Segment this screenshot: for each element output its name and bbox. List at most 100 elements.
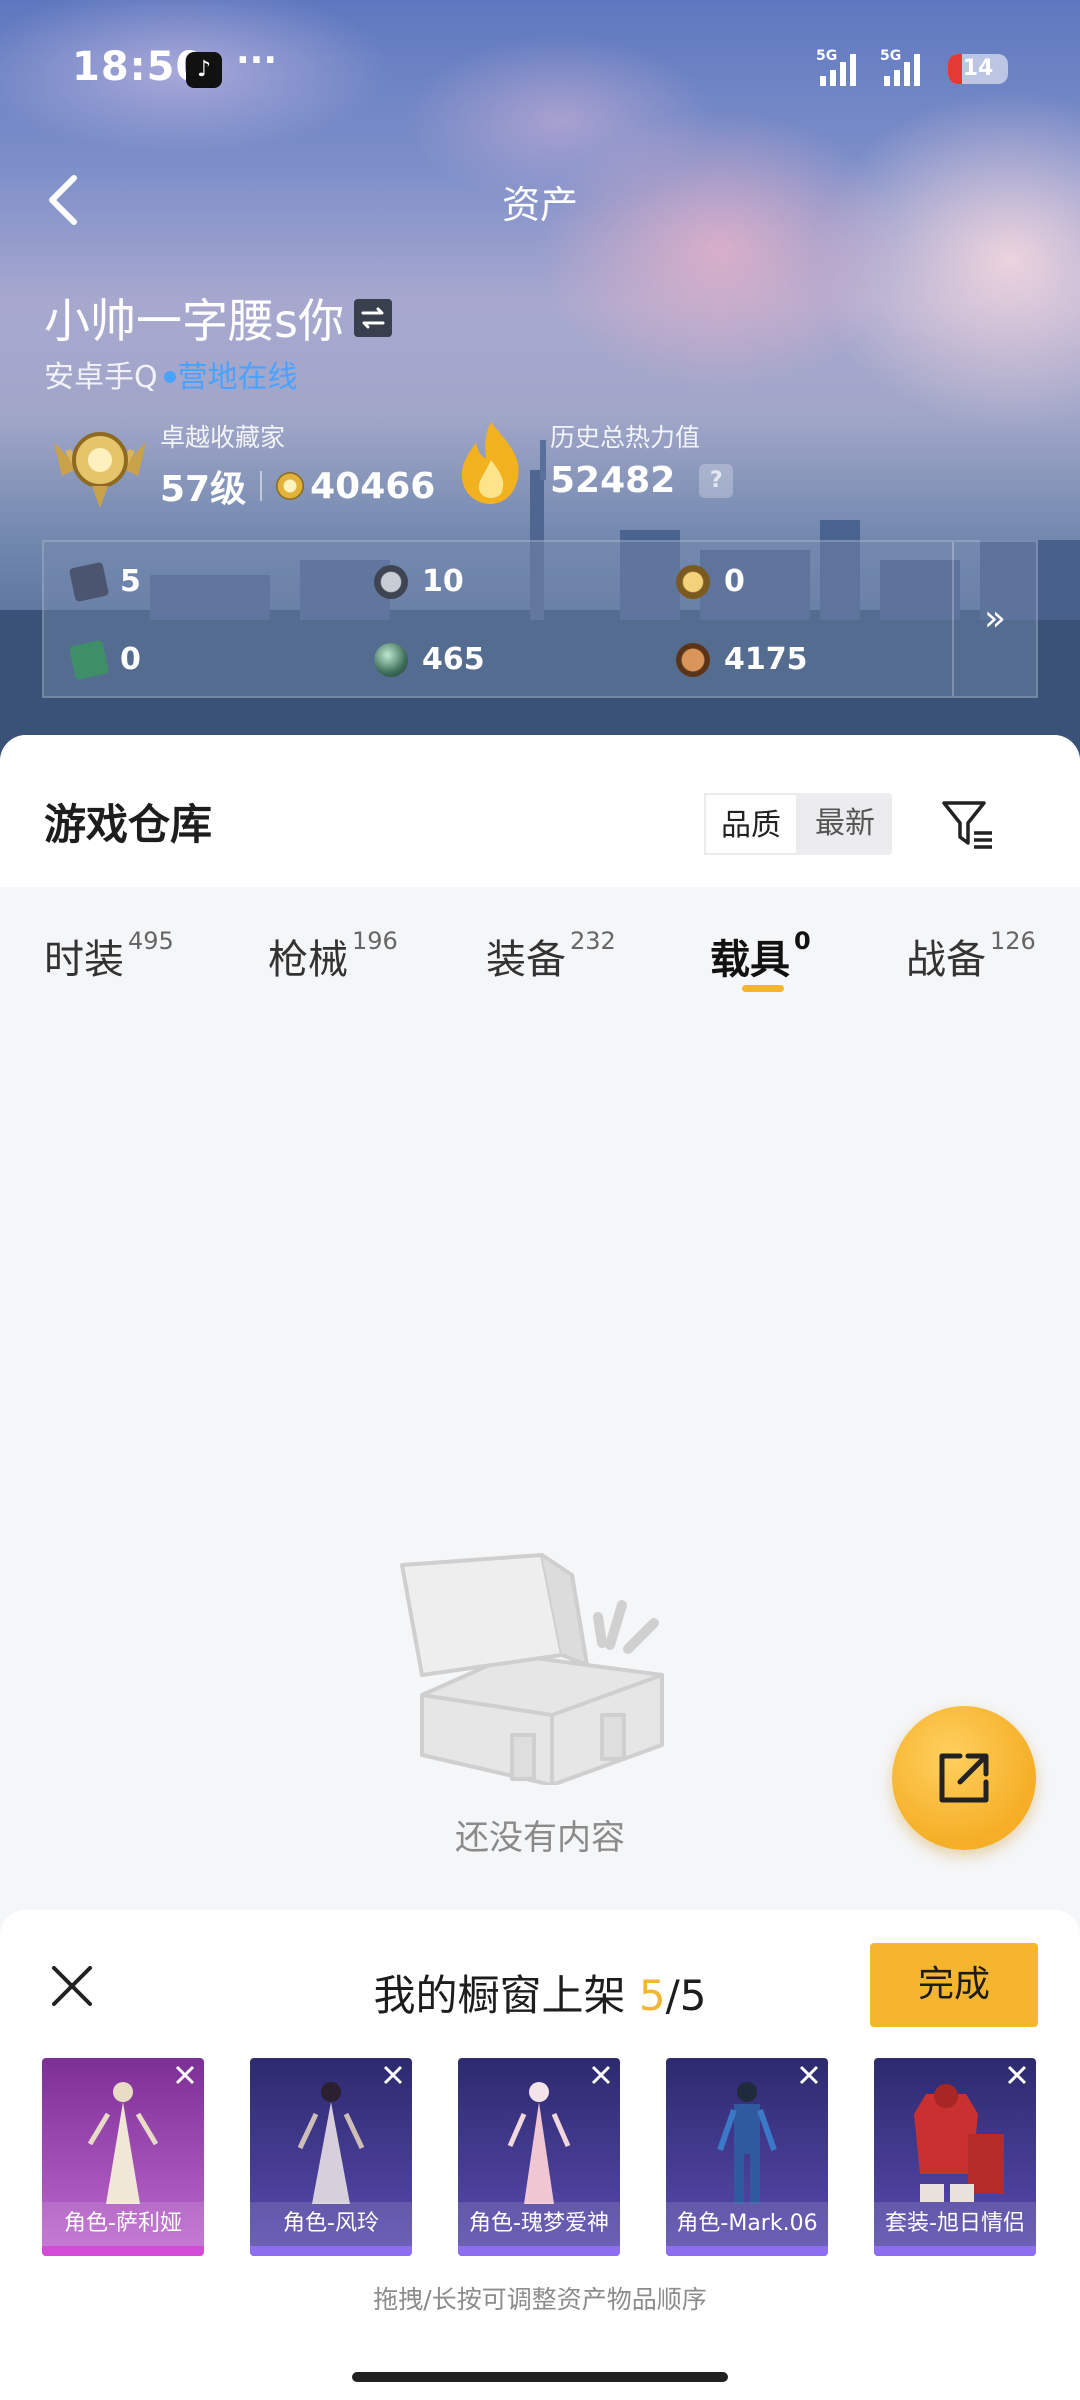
double-chevron-right-icon[interactable]: » xyxy=(984,598,1006,639)
showcase-item-guimeng-aishen[interactable]: 角色-瑰梦爱神 xyxy=(458,2058,620,2256)
sort-option-quality[interactable]: 品质 xyxy=(704,793,798,855)
currency-silver-coin: 10 xyxy=(374,564,464,599)
currency-bronze-shield: 4175 xyxy=(676,642,808,677)
remove-item-icon[interactable] xyxy=(1006,2064,1028,2086)
warehouse-header: 游戏仓库 品质 最新 xyxy=(0,735,1080,887)
username: 小帅一字腰s你 xyxy=(44,285,392,351)
currency-value: 465 xyxy=(422,642,485,677)
currency-value: 0 xyxy=(120,642,141,677)
showcase-item-fengling[interactable]: 角色-风玲 xyxy=(250,2058,412,2256)
tab-count: 196 xyxy=(352,927,398,955)
tab-label: 载具 xyxy=(710,937,790,983)
remove-item-icon[interactable] xyxy=(798,2064,820,2086)
remove-item-icon[interactable] xyxy=(590,2064,612,2086)
currency-green-orb: 465 xyxy=(374,642,485,677)
showcase-item-label: 角色-瑰梦爱神 xyxy=(458,2202,620,2246)
collector-level: 57级 xyxy=(160,469,247,510)
tab-label: 装备 xyxy=(486,937,566,983)
tab-label: 时装 xyxy=(44,937,124,983)
currency-gold-token: 0 xyxy=(676,564,745,599)
currency-card-ticket: 5 xyxy=(68,561,141,602)
collector-points: 40466 xyxy=(310,465,436,507)
empty-box-icon xyxy=(400,1553,664,1785)
currency-value: 10 xyxy=(422,564,464,599)
help-icon[interactable]: ? xyxy=(699,463,734,498)
character-figure-icon xyxy=(717,2082,777,2204)
status-bar: 18:50 ♪ ··· 5G 5G 14 xyxy=(0,0,1080,140)
done-button[interactable]: 完成 xyxy=(870,1943,1038,2027)
sort-toggle: 品质 最新 xyxy=(704,793,892,855)
heat-label: 历史总热力值 xyxy=(550,423,701,452)
collector-label: 卓越收藏家 xyxy=(160,423,286,452)
platform-label: 安卓手Q xyxy=(44,360,158,395)
character-figure-icon xyxy=(87,2082,159,2204)
tab-supplies[interactable]: 战备 126 xyxy=(906,927,1036,985)
page-title: 资产 xyxy=(501,183,578,227)
collector-points-icon xyxy=(276,472,305,500)
showcase-count-current: 5 xyxy=(638,1971,666,2020)
switch-account-icon[interactable] xyxy=(353,299,392,337)
active-tab-indicator xyxy=(742,985,784,992)
account-subline: 安卓手Q 营地在线 xyxy=(44,352,298,396)
signal-5g-icon: 5G xyxy=(816,48,856,86)
green-card-icon xyxy=(68,639,110,680)
tab-count: 0 xyxy=(794,927,811,955)
character-figure-icon xyxy=(297,2082,365,2204)
online-status: 营地在线 xyxy=(177,360,298,395)
gold-token-icon xyxy=(676,564,710,599)
showcase-items: 角色-萨利娅 角色-风玲 角色-瑰梦爱神 角色-Mark.06 套装-旭日情侣 xyxy=(42,2058,1042,2258)
showcase-item-mark06[interactable]: 角色-Mark.06 xyxy=(666,2058,828,2256)
character-figure-icon xyxy=(507,2082,571,2204)
green-orb-icon xyxy=(374,642,408,677)
showcase-panel: 我的橱窗上架 5/5 完成 角色-萨利娅 角色-风玲 角色-瑰梦爱神 角色-Ma… xyxy=(0,1910,1080,2400)
tab-weapons[interactable]: 枪械 196 xyxy=(268,927,398,985)
profile-header: 小帅一字腰s你 xyxy=(44,285,392,351)
collector-stats: 卓越收藏家 57级 40466 xyxy=(160,418,435,512)
showcase-item-saliya[interactable]: 角色-萨利娅 xyxy=(42,2058,204,2256)
currency-green-card: 0 xyxy=(68,639,141,680)
network-type-label: 5G xyxy=(816,48,837,64)
silver-coin-icon xyxy=(374,564,408,599)
tab-label: 枪械 xyxy=(268,937,348,983)
more-notifications-icon: ··· xyxy=(236,40,278,81)
showcase-title-text: 我的橱窗上架 xyxy=(373,1971,626,2020)
heat-stats: 历史总热力值 52482 ? xyxy=(550,418,734,501)
remove-item-icon[interactable] xyxy=(174,2064,196,2086)
tab-equipment[interactable]: 装备 232 xyxy=(486,927,616,985)
network-type-label-2: 5G xyxy=(880,48,901,64)
signal-5g-icon-2: 5G xyxy=(880,48,920,86)
collector-medal-icon xyxy=(54,432,146,508)
status-time: 18:50 xyxy=(72,44,205,90)
share-icon xyxy=(939,1753,989,1803)
online-dot-icon xyxy=(163,371,176,383)
tab-count: 495 xyxy=(128,927,174,955)
currency-value: 5 xyxy=(120,564,141,599)
showcase-count-total: /5 xyxy=(665,1971,707,2020)
warehouse-title: 游戏仓库 xyxy=(44,800,213,849)
category-tabs: 时装 495 枪械 196 装备 232 载具 0 战备 126 xyxy=(0,887,1080,1007)
remove-item-icon[interactable] xyxy=(382,2064,404,2086)
nav-bar: 资产 xyxy=(0,160,1080,240)
currency-panel[interactable]: 5 10 0 0 465 4175 » xyxy=(42,540,1038,698)
share-button[interactable] xyxy=(892,1706,1036,1850)
tab-label: 战备 xyxy=(906,937,986,983)
tab-count: 232 xyxy=(570,927,616,955)
showcase-item-xuri-couple[interactable]: 套装-旭日情侣 xyxy=(874,2058,1036,2256)
flame-icon xyxy=(461,422,519,504)
battery-level: 14 xyxy=(962,56,994,81)
home-indicator[interactable] xyxy=(352,2372,728,2382)
tab-vehicles[interactable]: 载具 0 xyxy=(710,927,811,985)
currency-value: 4175 xyxy=(724,642,808,677)
showcase-item-label: 套装-旭日情侣 xyxy=(874,2202,1036,2246)
profile-hero: 18:50 ♪ ··· 5G 5G 14 资产 小帅一字腰s你 安卓手Q 营地在… xyxy=(0,0,1080,760)
reorder-hint: 拖拽/长按可调整资产物品顺序 xyxy=(373,2285,707,2314)
showcase-item-label: 角色-Mark.06 xyxy=(666,2202,828,2246)
tab-fashion[interactable]: 时装 495 xyxy=(44,927,174,985)
card-ticket-icon xyxy=(68,561,110,602)
sort-option-newest[interactable]: 最新 xyxy=(798,793,892,855)
showcase-item-label: 角色-萨利娅 xyxy=(42,2202,204,2246)
username-text: 小帅一字腰s你 xyxy=(44,294,344,348)
tiktok-icon: ♪ xyxy=(186,52,222,88)
outfit-set-icon xyxy=(914,2084,1004,2202)
filter-icon[interactable] xyxy=(940,797,996,853)
